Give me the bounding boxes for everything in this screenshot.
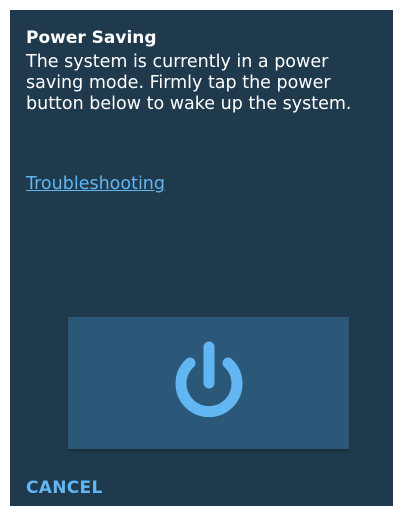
dialog-title: Power Saving [26,28,157,48]
troubleshooting-link[interactable]: Troubleshooting [26,173,165,195]
cancel-button[interactable]: CANCEL [26,477,103,499]
power-button[interactable] [68,317,349,449]
power-icon [175,341,243,417]
power-saving-dialog: Power Saving The system is currently in … [10,10,393,506]
dialog-message: The system is currently in a power savin… [26,52,352,114]
